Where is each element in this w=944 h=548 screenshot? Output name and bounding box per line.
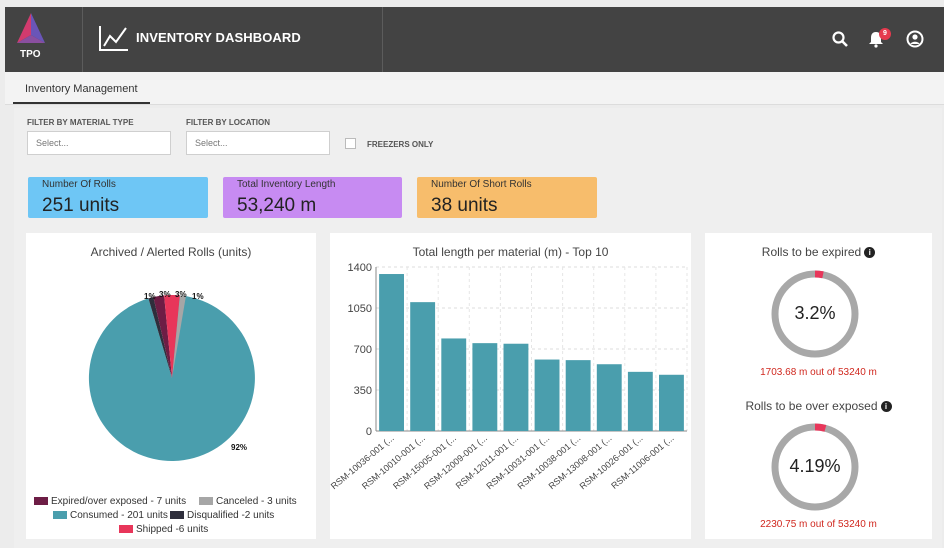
kpi-value: 38 units [431,195,498,216]
app-title: INVENTORY DASHBOARD [136,30,301,45]
material-filter-select[interactable] [27,131,171,155]
slice-label: 1% [144,292,156,301]
legend-item[interactable]: Disqualified -2 units [170,510,274,521]
bar[interactable] [503,343,529,431]
bar[interactable] [596,364,622,431]
slice-label: 1% [192,292,204,301]
y-tick-label: 1050 [348,303,372,315]
legend-label: Shipped -6 units [136,524,209,535]
gauge-value: 4.19% [789,456,841,476]
chart-line-icon [99,26,128,51]
legend-label: Disqualified -2 units [187,510,275,521]
legend-swatch [34,497,48,506]
freezers-checkbox[interactable] [345,138,356,149]
slice-label: 3% [175,290,187,299]
header-divider [82,7,83,72]
bar[interactable] [472,343,498,431]
archived-rolls-card: Archived / Alerted Rolls (units) 1% 3% 3… [26,233,316,539]
material-filter-label: FILTER BY MATERIAL TYPE [27,118,134,127]
legend-item[interactable]: Expired/over exposed - 7 units [34,496,186,507]
kpi-label: Total Inventory Length [237,179,336,190]
logo-text: TPO [20,49,41,60]
header-divider [382,7,383,72]
location-filter-select[interactable] [186,131,330,155]
length-per-material-card: Total length per material (m) - Top 10 0… [330,233,691,539]
slice-label: 3% [159,290,171,299]
gauge-value: 3.2% [794,303,836,323]
y-tick-label: 700 [354,344,372,356]
legend-label: Canceled - 3 units [216,496,297,507]
slice-label: 92% [231,443,247,452]
gauge-title-text: Rolls to be expired [761,245,862,259]
pie-chart: 1% 3% 3% 1% 92% [88,290,255,461]
kpi-card-length: Total Inventory Length 53,240 m [223,177,402,218]
legend-item[interactable]: Shipped -6 units [119,524,208,535]
info-icon[interactable]: i [880,401,892,413]
gauge-title-text: Rolls to be over exposed [745,399,878,413]
y-tick-label: 1400 [348,262,372,274]
legend-swatch [53,511,67,520]
user-icon[interactable] [906,30,924,48]
bar[interactable] [441,338,467,431]
expiry-gauges-card: Rolls to be expired i 3.2% 1703.68 m out … [705,233,932,539]
legend-swatch [119,525,133,534]
kpi-value: 53,240 m [237,195,317,216]
kpi-label: Number Of Rolls [42,179,116,190]
notification-badge: 9 [879,28,891,40]
gauge-subtext: 1703.68 m out of 53240 m [760,367,877,378]
tab-inventory-management[interactable]: Inventory Management [13,76,150,104]
kpi-value: 251 units [42,195,120,216]
legend-label: Consumed - 201 units [70,510,168,521]
legend-swatch [170,511,184,520]
bar-chart: 035070010501400RSM-10036-001 (...RSM-100… [330,262,688,491]
info-icon[interactable]: i [864,247,876,259]
bar[interactable] [627,371,653,431]
bar[interactable] [379,274,404,431]
freezers-label: FREEZERS ONLY [367,140,434,149]
gauge-title-expired: Rolls to be expired i [705,245,932,259]
kpi-label: Number Of Short Rolls [431,179,532,190]
kpi-card-rolls: Number Of Rolls 251 units [28,177,208,218]
legend-item[interactable]: Consumed - 201 units [53,510,168,521]
gauge-subtext: 2230.75 m out of 53240 m [760,519,877,530]
bar[interactable] [534,359,560,431]
tpo-logo[interactable]: TPO [5,7,80,72]
legend-label: Expired/over exposed - 7 units [51,496,187,507]
legend-swatch [199,497,213,506]
y-tick-label: 0 [366,426,372,438]
legend-item[interactable]: Canceled - 3 units [199,496,297,507]
gauge-title-over-exposed: Rolls to be over exposed i [705,399,932,413]
bar[interactable] [659,374,684,431]
search-icon[interactable] [831,30,849,48]
y-tick-label: 350 [354,385,372,397]
bar[interactable] [410,302,436,431]
kpi-card-short-rolls: Number Of Short Rolls 38 units [417,177,597,218]
bar[interactable] [565,360,591,431]
location-filter-label: FILTER BY LOCATION [186,118,270,127]
